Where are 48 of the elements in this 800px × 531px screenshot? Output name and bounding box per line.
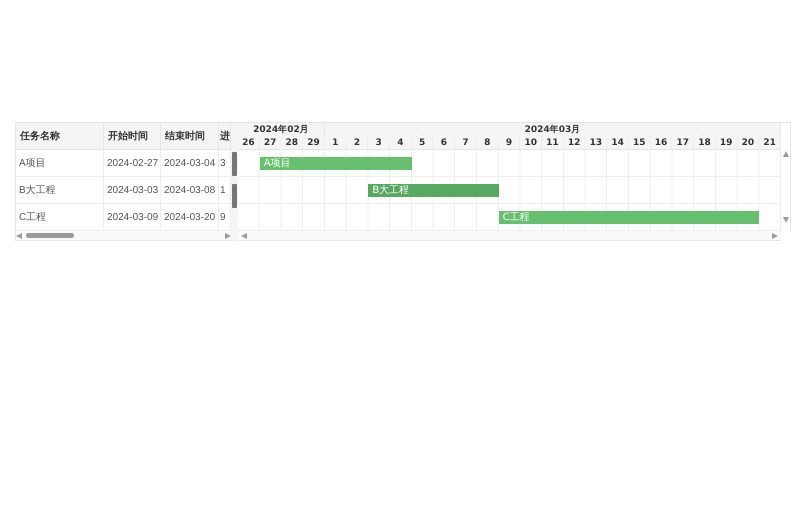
day-header: 10: [520, 136, 542, 149]
day-header: 8: [476, 136, 499, 149]
scroll-down-icon[interactable]: [782, 217, 788, 223]
day-header: 28: [281, 136, 304, 149]
day-header: 14: [607, 136, 629, 149]
column-header: 开始时间: [104, 123, 161, 149]
expand-handle[interactable]: [232, 184, 237, 208]
task-bar[interactable]: B大工程: [368, 184, 499, 197]
task-bar[interactable]: A项目: [260, 157, 412, 170]
day-header: 12: [564, 136, 586, 149]
day-header: 2: [346, 136, 368, 149]
splitter[interactable]: [231, 122, 238, 241]
day-header: 4: [390, 136, 412, 149]
table-cell: C工程: [16, 204, 104, 230]
table-cell: B大工程: [16, 177, 104, 203]
day-header: 3: [368, 136, 390, 149]
scroll-left-icon[interactable]: [16, 232, 22, 238]
day-header: 16: [650, 136, 672, 149]
task-bar[interactable]: C工程: [498, 211, 760, 224]
day-header: 26: [238, 136, 260, 149]
table-cell: A项目: [16, 150, 104, 176]
day-header: 21: [759, 136, 781, 149]
day-header: 29: [303, 136, 325, 149]
day-header: 15: [628, 136, 651, 149]
scrollbar-thumb[interactable]: [26, 233, 74, 238]
column-header: 任务名称: [16, 123, 104, 149]
table-cell: 2024-03-09: [104, 204, 161, 230]
table-cell: 2024-03-03: [104, 177, 161, 203]
table-cell: 2024-02-27: [104, 150, 161, 176]
day-header: 19: [716, 136, 738, 149]
day-header: 13: [586, 136, 608, 149]
day-header: 6: [433, 136, 456, 149]
collapse-handle[interactable]: [232, 152, 237, 176]
day-header: 1: [324, 136, 347, 149]
day-header: 9: [498, 136, 520, 149]
day-header: 11: [542, 136, 564, 149]
day-header: 20: [738, 136, 760, 149]
day-header: 5: [412, 136, 434, 149]
scroll-right-icon[interactable]: [225, 232, 231, 238]
table-cell: 2024-03-20: [161, 204, 219, 230]
day-header: 27: [260, 136, 282, 149]
column-header: 结束时间: [161, 123, 219, 149]
day-header: 7: [455, 136, 477, 149]
day-header: 18: [694, 136, 716, 149]
table-cell: 2024-03-04: [161, 150, 219, 176]
day-header: 17: [672, 136, 694, 149]
scroll-up-icon[interactable]: [782, 151, 788, 157]
table-cell: 2024-03-08: [161, 177, 219, 203]
